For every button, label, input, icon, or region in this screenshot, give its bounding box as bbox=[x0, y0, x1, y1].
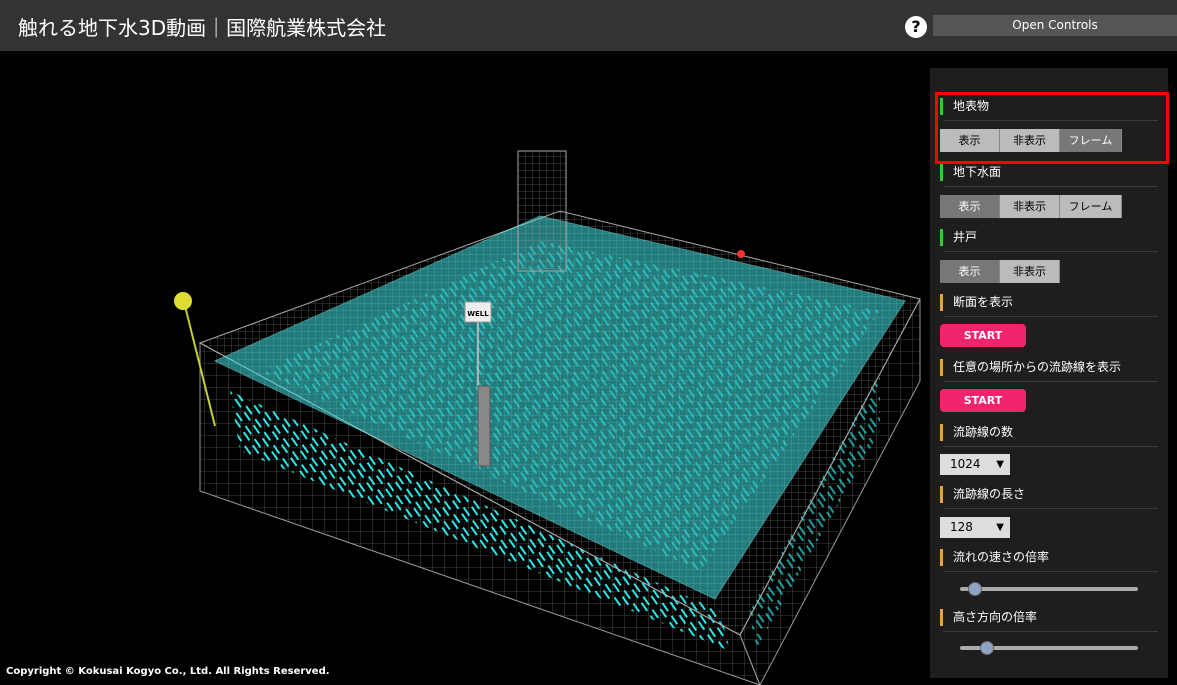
height-scale-label: 高さ方向の倍率 bbox=[940, 609, 1158, 632]
well-pipe bbox=[477, 385, 491, 467]
copyright-text: Copyright © Kokusai Kogyo Co., Ltd. All … bbox=[6, 666, 330, 677]
groundwater-hide-button[interactable]: 非表示 bbox=[1000, 195, 1060, 218]
height-scale-slider[interactable] bbox=[960, 641, 1138, 655]
streamline-count-label: 流跡線の数 bbox=[940, 424, 1158, 447]
section-start-button[interactable]: START bbox=[940, 324, 1026, 347]
yellow-marker-ball bbox=[174, 292, 192, 310]
groundwater-show-button[interactable]: 表示 bbox=[940, 195, 1000, 218]
streamline-count-value: 1024 bbox=[950, 457, 981, 471]
chevron-down-icon: ▼ bbox=[996, 459, 1004, 470]
streamline-count-select[interactable]: 1024 ▼ bbox=[940, 454, 1010, 475]
groundwater-3d-scene: WELL bbox=[174, 150, 921, 685]
highlight-box bbox=[935, 92, 1169, 164]
app-header: 触れる地下水3D動画｜国際航業株式会社 ? Open Controls bbox=[0, 0, 1177, 51]
flow-speed-label: 流れの速さの倍率 bbox=[940, 549, 1158, 572]
help-icon[interactable]: ? bbox=[905, 16, 927, 38]
groundwater-frame-button[interactable]: フレーム bbox=[1060, 195, 1122, 218]
streamline-length-select[interactable]: 128 ▼ bbox=[940, 517, 1010, 538]
streamline-length-value: 128 bbox=[950, 520, 973, 534]
height-scale-slider-handle[interactable] bbox=[979, 641, 994, 655]
well-section-label: 井戸 bbox=[940, 229, 1158, 252]
streamline-point-start-button[interactable]: START bbox=[940, 389, 1026, 412]
tower-structure bbox=[517, 150, 567, 272]
well-label: WELL bbox=[467, 310, 489, 318]
red-marker bbox=[737, 250, 745, 258]
chevron-down-icon: ▼ bbox=[996, 522, 1004, 533]
groundwater-toggle-group: 表示 非表示 フレーム bbox=[940, 195, 1122, 218]
streamline-length-label: 流跡線の長さ bbox=[940, 486, 1158, 509]
page-title: 触れる地下水3D動画｜国際航業株式会社 bbox=[18, 16, 387, 40]
well-show-button[interactable]: 表示 bbox=[940, 260, 1000, 283]
flow-speed-slider-handle[interactable] bbox=[968, 582, 983, 596]
flow-speed-slider[interactable] bbox=[960, 582, 1138, 596]
well-hide-button[interactable]: 非表示 bbox=[1000, 260, 1060, 283]
open-controls-button[interactable]: Open Controls bbox=[933, 15, 1177, 36]
streamline-point-label: 任意の場所からの流跡線を表示 bbox=[940, 359, 1158, 382]
groundwater-label: 地下水面 bbox=[940, 164, 1158, 187]
well-toggle-group: 表示 非表示 bbox=[940, 260, 1060, 283]
section-label: 断面を表示 bbox=[940, 294, 1158, 317]
